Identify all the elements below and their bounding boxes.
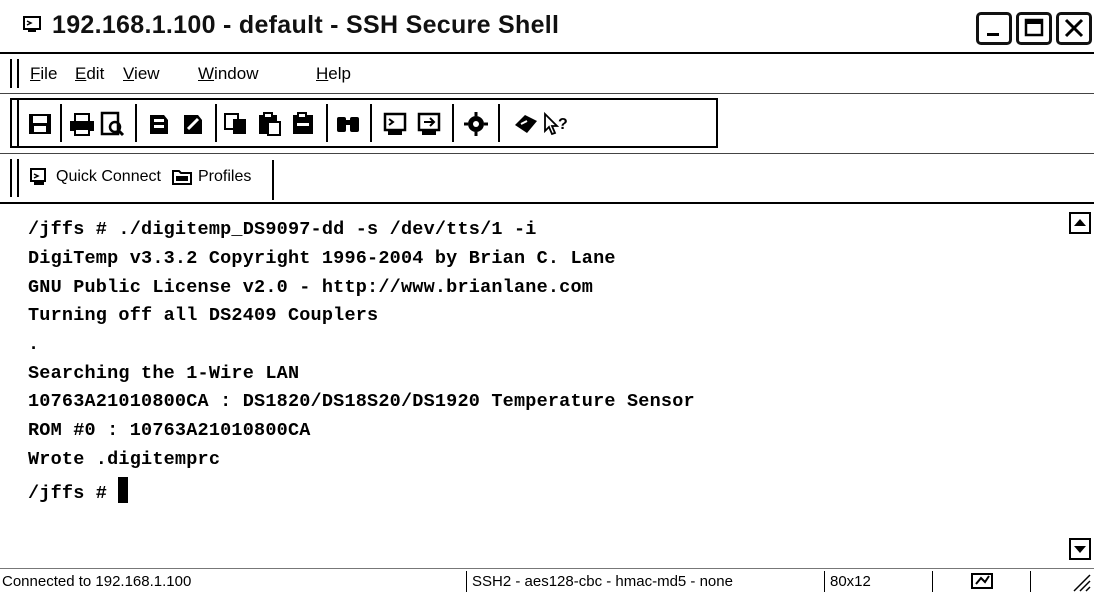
terminal-line: Wrote .digitemprc [28, 449, 221, 470]
svg-text:?: ? [558, 116, 568, 133]
status-separator [466, 571, 467, 592]
ssh-window: 192.168.1.100 - default - SSH Secure She… [0, 0, 1094, 593]
profiles-folder-icon [172, 170, 192, 185]
quick-connect-label: Quick Connect [56, 168, 161, 185]
resize-grip-icon[interactable] [1070, 571, 1092, 592]
profiles-label: Profiles [198, 168, 252, 185]
toolbar-separator [370, 104, 372, 142]
terminal-line: Turning off all DS2409 Couplers [28, 305, 379, 326]
terminal-line: DigiTemp v3.3.2 Copyright 1996-2004 by B… [28, 248, 616, 269]
terminal-line: GNU Public License v2.0 - http://www.bri… [28, 277, 594, 298]
toolbar-separator [135, 104, 137, 142]
terminal-line: 10763A21010800CA : DS1820/DS18S20/DS1920… [28, 391, 695, 412]
close-icon [1064, 18, 1084, 38]
menu-bar: File Edit View Window Help [0, 54, 1094, 94]
paste-icon[interactable] [256, 111, 284, 137]
terminal-line: Searching the 1-Wire LAN [28, 363, 300, 384]
toolbar-separator [215, 104, 217, 142]
terminal-line: /jffs # ./digitemp_DS9097-dd -s /dev/tts… [28, 219, 537, 240]
terminal-line: . [28, 334, 40, 355]
toolbar-separator [326, 104, 328, 142]
quickbar-separator [272, 160, 274, 200]
maximize-button[interactable] [1016, 12, 1052, 45]
scroll-down-button[interactable] [1069, 538, 1091, 560]
minimize-icon [987, 33, 999, 36]
terminal-size-status: 80x12 [830, 573, 871, 590]
window-title: 192.168.1.100 - default - SSH Secure She… [52, 11, 560, 39]
maximize-icon [1024, 18, 1044, 37]
scroll-up-icon [1074, 219, 1086, 226]
terminal-line: ROM #0 : 10763A21010800CA [28, 420, 311, 441]
find-icon[interactable] [334, 111, 362, 137]
quickbar-grip[interactable] [10, 159, 19, 197]
menu-edit[interactable]: Edit [75, 64, 104, 84]
terminal-prompt: /jffs # [28, 483, 119, 504]
status-separator [932, 571, 933, 592]
toolbar-separator [498, 104, 500, 142]
terminal-cursor [118, 477, 129, 503]
menu-view[interactable]: View [123, 64, 160, 84]
new-file-transfer-icon[interactable] [416, 111, 444, 137]
print-preview-icon[interactable] [98, 111, 126, 137]
context-help-icon[interactable]: ? [542, 111, 570, 137]
quick-connect-button[interactable]: Quick Connect [30, 164, 161, 192]
save-icon[interactable] [26, 111, 54, 137]
status-separator [824, 571, 825, 592]
paste-special-icon[interactable] [290, 111, 318, 137]
terminal-area[interactable]: /jffs # ./digitemp_DS9097-dd -s /dev/tts… [0, 204, 1094, 568]
minimize-button[interactable] [976, 12, 1012, 45]
menu-window[interactable]: Window [198, 64, 258, 84]
key-settings-icon[interactable] [180, 111, 208, 137]
profiles-button[interactable]: Profiles [172, 164, 268, 192]
new-terminal-icon[interactable] [382, 111, 410, 137]
menu-help[interactable]: Help [316, 64, 351, 84]
copy-icon[interactable] [222, 111, 250, 137]
encryption-status-icon [971, 573, 993, 589]
settings-icon[interactable] [462, 111, 490, 137]
toolbar-separator [452, 104, 454, 142]
cipher-status: SSH2 - aes128-cbc - hmac-md5 - none [472, 573, 733, 590]
menu-file[interactable]: File [30, 64, 57, 84]
status-bar: Connected to 192.168.1.100 SSH2 - aes128… [0, 568, 1094, 593]
terminal-prompt-line: /jffs # [28, 477, 129, 504]
toolbar: ? [0, 94, 1094, 154]
help-icon[interactable] [512, 111, 540, 137]
print-icon[interactable] [68, 111, 96, 137]
menu-grip[interactable] [10, 59, 19, 88]
scroll-up-button[interactable] [1069, 212, 1091, 234]
toolbar-separator [60, 104, 62, 142]
title-bar[interactable]: 192.168.1.100 - default - SSH Secure She… [0, 0, 1094, 54]
ssh-app-icon [23, 16, 41, 32]
connection-status: Connected to 192.168.1.100 [2, 573, 192, 590]
close-button[interactable] [1056, 12, 1092, 45]
vertical-scrollbar[interactable] [1066, 204, 1094, 568]
key-icon[interactable] [146, 111, 174, 137]
quick-connect-icon [30, 168, 46, 185]
scroll-down-icon [1074, 546, 1086, 553]
quick-connect-bar: Quick Connect Profiles [0, 154, 1094, 204]
status-separator [1030, 571, 1031, 592]
